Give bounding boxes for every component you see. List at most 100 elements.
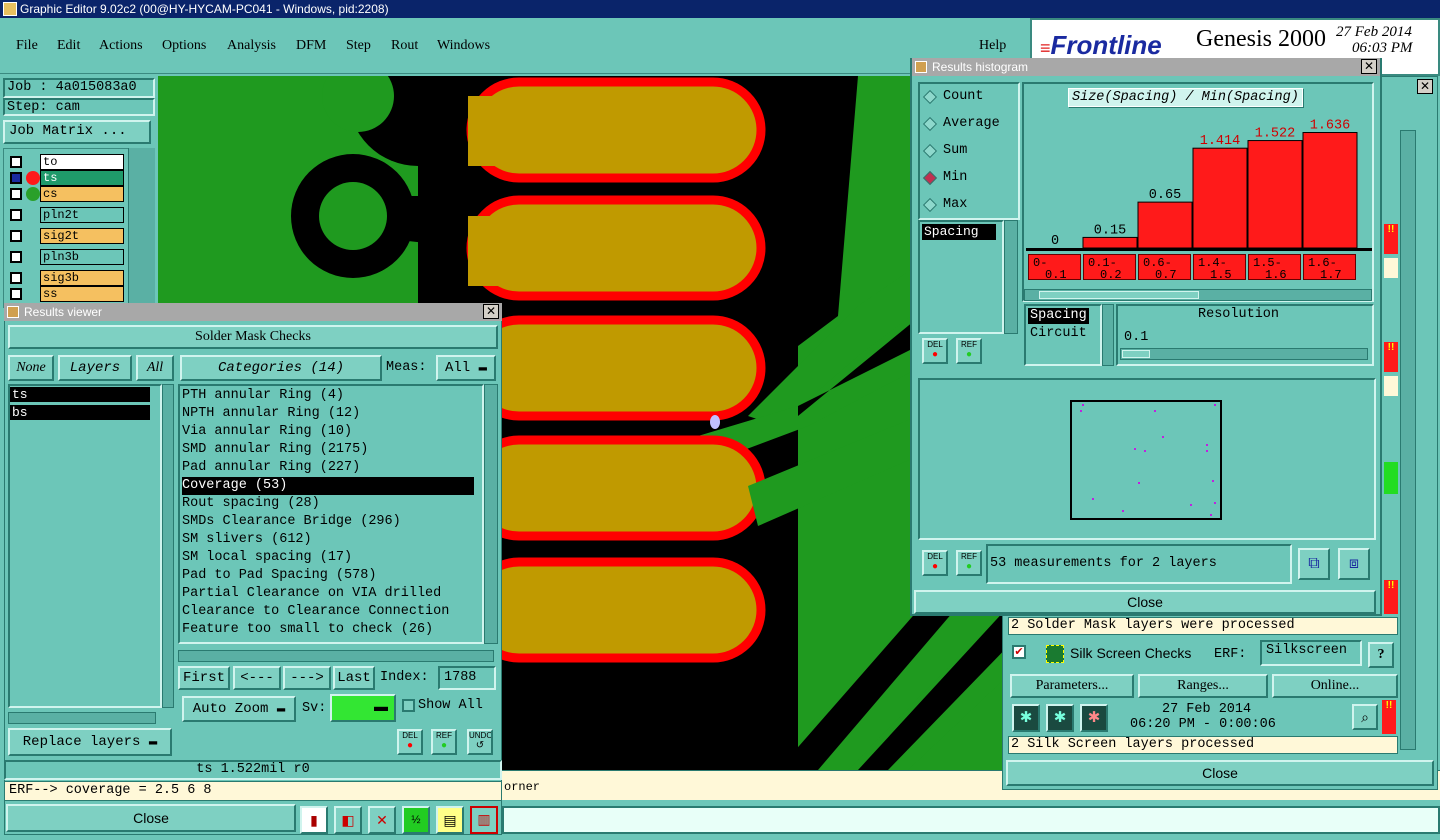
meas-type-scrollbar[interactable]: [1102, 304, 1114, 366]
menu-actions[interactable]: Actions: [99, 38, 143, 54]
layer-row-cs[interactable]: cs: [8, 186, 124, 202]
menu-analysis[interactable]: Analysis: [227, 38, 276, 54]
del-button[interactable]: DEL ●: [397, 729, 423, 755]
first-button[interactable]: First: [178, 666, 230, 690]
layer-row-pln3b[interactable]: pln3b: [8, 249, 124, 265]
layer-row-ts[interactable]: ts: [8, 170, 124, 186]
ranges-button[interactable]: Ranges...: [1138, 674, 1268, 698]
toolbar-icon-2[interactable]: ◧: [334, 806, 362, 834]
toolbar-icon-5[interactable]: ▤: [436, 806, 464, 834]
last-button[interactable]: Last: [333, 666, 375, 690]
command-line[interactable]: [502, 806, 1440, 834]
menu-rout[interactable]: Rout: [391, 38, 418, 54]
category-item[interactable]: SMDs Clearance Bridge (296): [182, 513, 474, 531]
histogram-bar[interactable]: [1302, 132, 1358, 249]
zoom-icon[interactable]: ⌕: [1352, 704, 1378, 730]
histogram-del-button[interactable]: DEL ●: [922, 338, 948, 364]
layer-row-sig2t[interactable]: sig2t: [8, 228, 124, 244]
menu-options[interactable]: Options: [162, 38, 206, 54]
layer-checkbox[interactable]: [10, 209, 22, 221]
measure-item-spacing[interactable]: Spacing: [922, 224, 996, 240]
category-item[interactable]: Pad annular Ring (227): [182, 459, 474, 477]
mode-sum[interactable]: Sum: [922, 143, 967, 159]
layer-checkbox[interactable]: [10, 288, 22, 300]
category-item[interactable]: Partial Clearance on VIA drilled: [182, 585, 474, 603]
layer-checkbox[interactable]: [10, 272, 22, 284]
category-item[interactable]: NPTH annular Ring (12): [182, 405, 474, 423]
meas-type-circuit[interactable]: Circuit: [1028, 326, 1089, 342]
category-item[interactable]: Clearance to Clearance Connection: [182, 603, 474, 621]
layer-checkbox[interactable]: [10, 188, 22, 200]
toolbar-icon-3[interactable]: ✕: [368, 806, 396, 834]
histogram-bar[interactable]: [1137, 201, 1193, 249]
sv-select[interactable]: ▬: [330, 694, 396, 722]
preview-del-button[interactable]: DEL ●: [922, 550, 948, 576]
layer-checkbox[interactable]: [10, 230, 22, 242]
index-input[interactable]: 1788: [438, 666, 496, 690]
histogram-ref-button[interactable]: REF ●: [956, 338, 982, 364]
toolbar-icon-4[interactable]: ½: [402, 806, 430, 834]
chart-hscrollbar[interactable]: [1024, 289, 1372, 301]
zoom-fit-icon[interactable]: ⧉: [1298, 548, 1330, 580]
layers-none-button[interactable]: None: [8, 355, 54, 381]
menu-file[interactable]: File: [16, 38, 38, 54]
layer-list-hscrollbar[interactable]: [8, 712, 156, 724]
layer-row-ss[interactable]: ss: [8, 286, 124, 302]
layer-row-sig3b[interactable]: sig3b: [8, 270, 124, 286]
resolution-slider[interactable]: [1120, 348, 1368, 360]
zoom-region-icon[interactable]: ⧈: [1338, 548, 1370, 580]
help-button[interactable]: ?: [1368, 642, 1394, 668]
checks-scrollbar[interactable]: [1400, 130, 1416, 750]
silk-checkbox[interactable]: ✔: [1012, 645, 1026, 659]
histogram-bar[interactable]: [1192, 147, 1248, 249]
layer-checkbox[interactable]: [10, 156, 22, 168]
job-matrix-button[interactable]: Job Matrix ...: [3, 120, 151, 144]
menu-step[interactable]: Step: [346, 38, 371, 54]
menu-dfm[interactable]: DFM: [296, 38, 326, 54]
replace-layers-menu[interactable]: Replace layers ▬: [8, 728, 172, 756]
layer-checkbox[interactable]: [10, 172, 22, 184]
category-item[interactable]: Feature too small to check (26): [182, 621, 474, 639]
close-icon[interactable]: ✕: [1417, 79, 1433, 94]
mode-count[interactable]: Count: [922, 89, 984, 105]
mode-min[interactable]: Min: [922, 170, 967, 186]
histogram-close-button[interactable]: Close: [914, 590, 1376, 614]
result-layer-bs[interactable]: bs: [10, 405, 150, 420]
show-all-checkbox[interactable]: [402, 699, 415, 712]
toolbar-icon-1[interactable]: ▮: [300, 806, 328, 834]
prev-button[interactable]: <---: [233, 666, 281, 690]
layer-row-to[interactable]: to: [8, 154, 124, 170]
menu-help[interactable]: Help: [979, 38, 1006, 54]
layer-scroll[interactable]: [128, 148, 155, 308]
close-icon[interactable]: ✕: [483, 304, 499, 319]
auto-zoom-menu[interactable]: Auto Zoom ▬: [182, 696, 296, 722]
erf-value[interactable]: Silkscreen: [1260, 640, 1362, 666]
category-item-selected[interactable]: Coverage (53): [182, 477, 474, 495]
histogram-bar[interactable]: [1082, 236, 1138, 249]
categories-hscrollbar[interactable]: [178, 650, 494, 662]
meas-select[interactable]: All ▬: [436, 355, 496, 381]
online-button[interactable]: Online...: [1272, 674, 1398, 698]
meas-type-spacing[interactable]: Spacing: [1028, 308, 1089, 324]
menu-edit[interactable]: Edit: [57, 38, 80, 54]
histogram-bar[interactable]: [1247, 140, 1303, 249]
mode-max[interactable]: Max: [922, 197, 967, 213]
parameters-button[interactable]: Parameters...: [1010, 674, 1134, 698]
results-viewer-close[interactable]: Close: [6, 804, 296, 832]
undo-button[interactable]: UNDO ↺: [467, 729, 493, 755]
layers-all-button[interactable]: All: [136, 355, 174, 381]
layer-checkbox[interactable]: [10, 251, 22, 263]
categories-button[interactable]: Categories (14): [180, 355, 382, 381]
close-icon[interactable]: ✕: [1361, 59, 1377, 74]
category-item[interactable]: Via annular Ring (10): [182, 423, 474, 441]
chart-scroll-thumb[interactable]: [1039, 291, 1199, 299]
category-item[interactable]: SM slivers (612): [182, 531, 474, 549]
next-button[interactable]: --->: [283, 666, 331, 690]
run-icon[interactable]: ✱: [1080, 704, 1108, 732]
category-item[interactable]: Pad to Pad Spacing (578): [182, 567, 474, 585]
mode-average[interactable]: Average: [922, 116, 1000, 132]
layer-list-scrollbar[interactable]: [162, 384, 174, 708]
preview-ref-button[interactable]: REF ●: [956, 550, 982, 576]
result-layer-ts[interactable]: ts: [10, 387, 150, 402]
layer-row-pln2t[interactable]: pln2t: [8, 207, 124, 223]
